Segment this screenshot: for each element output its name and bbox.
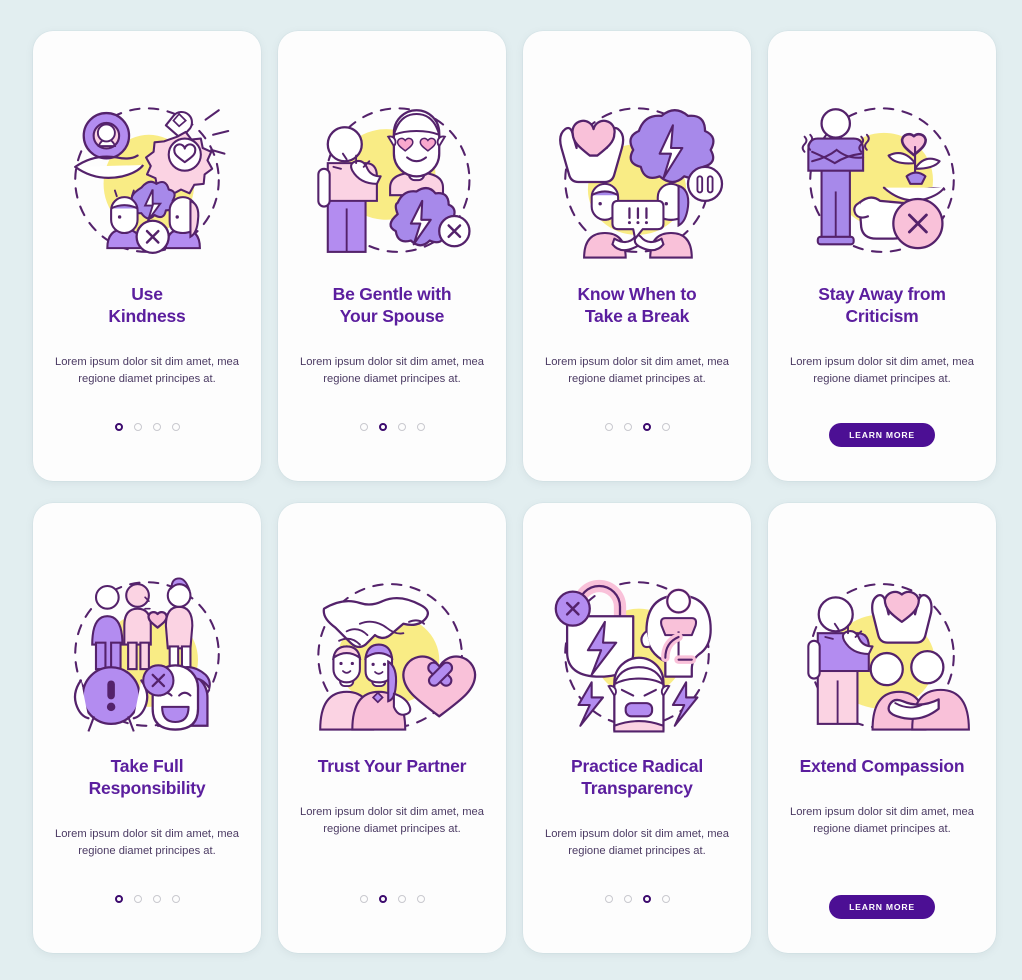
pagination-dot[interactable]: [133, 423, 142, 431]
pagination-dot[interactable]: [359, 423, 368, 431]
card-title: Practice Radical Transparency: [539, 755, 735, 799]
pagination-dot[interactable]: [152, 895, 161, 903]
gentle-spouse-illustration: [302, 97, 482, 267]
card-title-line: Take a Break: [584, 306, 690, 327]
card-body-text: Lorem ipsum dolor sit dim amet, mea regi…: [789, 356, 975, 386]
card-title: Extend Compassion: [784, 755, 980, 777]
criticism-illustration: [792, 97, 972, 267]
card-title-line: Responsibility: [88, 778, 206, 799]
card-title: Stay Away from Criticism: [784, 283, 980, 327]
card-title-line: Practice Radical: [570, 756, 703, 776]
kindness-illustration: [57, 97, 237, 267]
card-title-line: Transparency: [581, 778, 693, 799]
card-title-line: Your Spouse: [339, 306, 445, 327]
pagination-dot[interactable]: [623, 423, 632, 431]
pagination-dot-active[interactable]: [378, 423, 387, 431]
card-title-line: Kindness: [108, 306, 186, 327]
pagination-dot[interactable]: [661, 895, 670, 903]
card-title-line: Extend Compassion: [799, 756, 965, 776]
take-a-break-illustration: [547, 97, 727, 267]
phone-screen-card: Be Gentle with Your Spouse Lorem ipsum dol…: [278, 31, 506, 481]
phone-screen-card: Extend Compassion Lorem ipsum dolor sit d…: [768, 503, 996, 953]
card-footer: LEARN MORE: [768, 881, 996, 953]
pagination-dots: [604, 423, 670, 431]
onboarding-screens-grid: Use Kindness Lorem ipsum dolor sit dim ame…: [0, 0, 1022, 980]
pagination-dot[interactable]: [171, 895, 180, 903]
pagination-dot-active[interactable]: [114, 895, 123, 903]
pagination-dot[interactable]: [397, 423, 406, 431]
phone-screen-card: Use Kindness Lorem ipsum dolor sit dim ame…: [33, 31, 261, 481]
phone-screen-card: Practice Radical Transparency Lorem ipsum …: [523, 503, 751, 953]
pagination-dot-active[interactable]: [642, 895, 651, 903]
learn-more-button[interactable]: LEARN MORE: [829, 423, 935, 447]
pagination-dot[interactable]: [661, 423, 670, 431]
pagination-dots: [114, 895, 180, 903]
card-title: Take Full Responsibility: [49, 755, 245, 799]
pagination-dot[interactable]: [133, 895, 142, 903]
pagination-dots: [359, 423, 425, 431]
card-title-line: Know When to: [577, 284, 697, 304]
pagination-dots: [359, 895, 425, 903]
card-body-text: Lorem ipsum dolor sit dim amet, mea regi…: [54, 828, 240, 858]
learn-more-button[interactable]: LEARN MORE: [829, 895, 935, 919]
card-title: Trust Your Partner: [294, 755, 490, 777]
card-body-text: Lorem ipsum dolor sit dim amet, mea regi…: [54, 356, 240, 386]
card-title-line: Be Gentle with: [332, 284, 452, 304]
phone-screen-card: Take Full Responsibility Lorem ipsum dolor…: [33, 503, 261, 953]
pagination-dots: [604, 895, 670, 903]
card-title: Know When to Take a Break: [539, 283, 735, 327]
pagination-dot-active[interactable]: [378, 895, 387, 903]
pagination-dot[interactable]: [152, 423, 161, 431]
pagination-dot[interactable]: [397, 895, 406, 903]
compassion-illustration: [792, 569, 972, 739]
pagination-dot[interactable]: [359, 895, 368, 903]
pagination-dot[interactable]: [604, 895, 613, 903]
pagination-dot[interactable]: [623, 895, 632, 903]
card-title: Be Gentle with Your Spouse: [294, 283, 490, 327]
card-body-text: Lorem ipsum dolor sit dim amet, mea regi…: [299, 806, 485, 836]
card-body-text: Lorem ipsum dolor sit dim amet, mea regi…: [299, 356, 485, 386]
phone-screen-card: Know When to Take a Break Lorem ipsum dolo…: [523, 31, 751, 481]
card-title-line: Trust Your Partner: [317, 756, 467, 776]
card-footer: [523, 409, 751, 481]
card-footer: LEARN MORE: [768, 409, 996, 481]
card-footer: [33, 409, 261, 481]
card-body-text: Lorem ipsum dolor sit dim amet, mea regi…: [789, 806, 975, 836]
card-body-text: Lorem ipsum dolor sit dim amet, mea regi…: [544, 356, 730, 386]
card-title-line: Take Full: [110, 756, 184, 776]
card-footer: [278, 409, 506, 481]
responsibility-illustration: [57, 569, 237, 739]
pagination-dot[interactable]: [416, 895, 425, 903]
phone-screen-card: Stay Away from Criticism Lorem ipsum dolor…: [768, 31, 996, 481]
pagination-dot-active[interactable]: [114, 423, 123, 431]
card-title: Use Kindness: [49, 283, 245, 327]
pagination-dot[interactable]: [416, 423, 425, 431]
pagination-dots: [114, 423, 180, 431]
phone-screen-card: Trust Your Partner Lorem ipsum dolor sit …: [278, 503, 506, 953]
card-title-line: Stay Away from: [818, 284, 946, 304]
pagination-dot[interactable]: [171, 423, 180, 431]
card-footer: [278, 881, 506, 953]
pagination-dot[interactable]: [604, 423, 613, 431]
card-footer: [33, 881, 261, 953]
card-title-line: Use: [131, 284, 163, 304]
trust-illustration: [302, 569, 482, 739]
transparency-illustration: [547, 569, 727, 739]
pagination-dot-active[interactable]: [642, 423, 651, 431]
card-title-line: Criticism: [845, 306, 919, 327]
card-footer: [523, 881, 751, 953]
card-body-text: Lorem ipsum dolor sit dim amet, mea regi…: [544, 828, 730, 858]
